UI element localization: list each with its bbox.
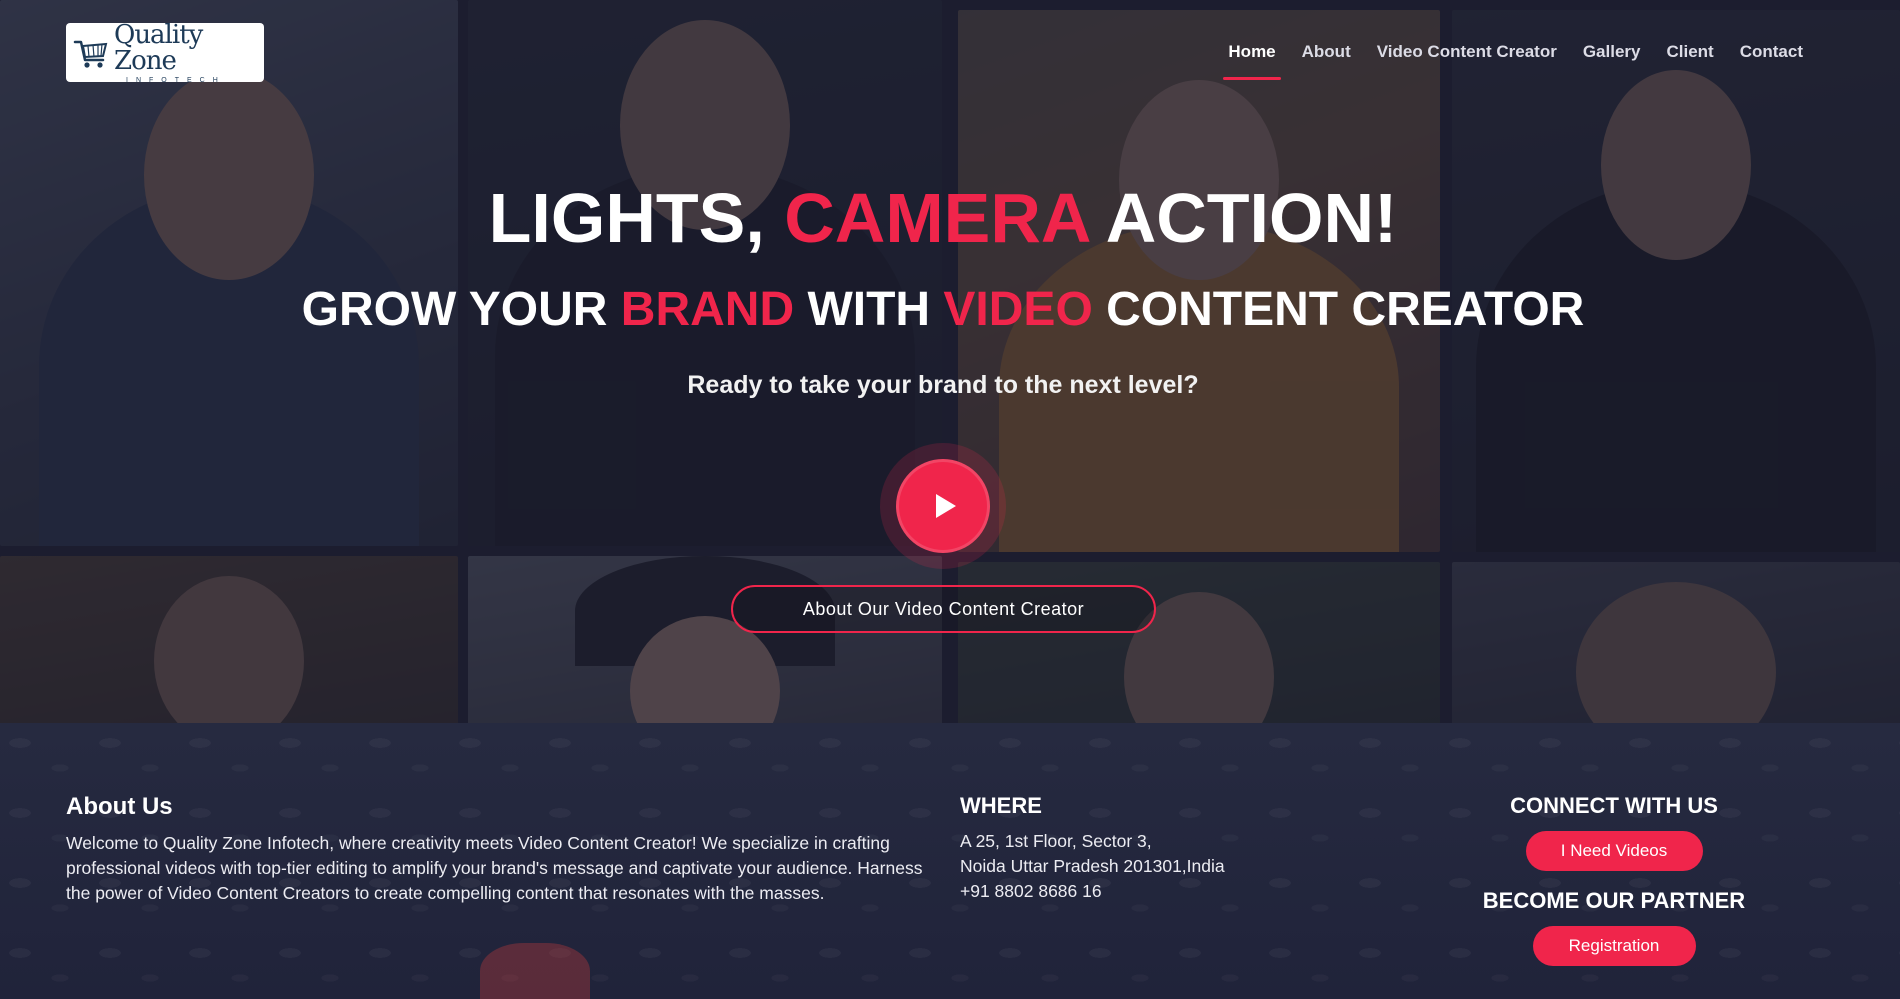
hero-headline: LIGHTS, CAMERA ACTION! — [0, 178, 1886, 258]
about-text: Welcome to Quality Zone Infotech, where … — [66, 833, 923, 903]
subheadline-part-3: CONTENT CREATOR — [1092, 283, 1585, 336]
nav-item-home[interactable]: Home — [1215, 42, 1288, 80]
nav-item-gallery[interactable]: Gallery — [1570, 42, 1654, 80]
logo-name: Quality Zone — [114, 19, 203, 76]
subheadline-accent-1: BRAND — [620, 283, 795, 336]
headline-part-1: LIGHTS, — [488, 179, 785, 257]
headline-part-2: ACTION! — [1088, 179, 1398, 257]
partner-heading: BECOME OUR PARTNER — [1482, 888, 1746, 913]
subheadline-part-2: WITH — [794, 283, 944, 336]
connect-heading: CONNECT WITH US — [1510, 793, 1718, 818]
hero-tagline: Ready to take your brand to the next lev… — [687, 371, 1199, 399]
nav-item-client[interactable]: Client — [1653, 42, 1726, 80]
hero-subheadline: GROW YOUR BRAND WITH VIDEO CONTENT CREAT… — [0, 282, 1886, 337]
play-icon — [935, 494, 956, 518]
nav-item-contact[interactable]: Contact — [1727, 42, 1816, 80]
about-heading: About Us — [66, 793, 173, 820]
logo-subtitle: INFOTECH — [126, 76, 226, 84]
cart-icon — [72, 33, 110, 73]
play-video-button[interactable] — [896, 459, 990, 553]
play-button-ring — [880, 443, 1006, 569]
i-need-videos-button[interactable]: I Need Videos — [1525, 831, 1703, 871]
about-video-creator-button[interactable]: About Our Video Content Creator — [731, 585, 1156, 633]
subheadline-accent-2: VIDEO — [943, 283, 1093, 336]
address-line-1: A 25, 1st Floor, Sector 3, — [960, 831, 1152, 851]
footer-where-column: WHERE A 25, 1st Floor, Sector 3, Noida U… — [960, 793, 1300, 904]
registration-button[interactable]: Registration — [1532, 926, 1696, 966]
nav-item-about[interactable]: About — [1289, 42, 1364, 80]
phone-number[interactable]: +91 8802 8686 16 — [960, 879, 1300, 904]
site-logo[interactable]: Quality Zone INFOTECH — [66, 22, 264, 84]
main-navigation: Home About Video Content Creator Gallery… — [1215, 42, 1816, 80]
footer-connect-column: CONNECT WITH US I Need Videos BECOME OUR… — [1460, 793, 1768, 966]
footer-background-shape — [480, 943, 590, 999]
footer-about-column: About Us Welcome to Quality Zone Infotec… — [66, 793, 936, 906]
address-line-2: Noida Uttar Pradesh 201301,India — [960, 856, 1225, 876]
where-heading: WHERE — [960, 793, 1042, 818]
headline-accent: CAMERA — [784, 179, 1089, 257]
nav-item-video-content-creator[interactable]: Video Content Creator — [1364, 42, 1570, 80]
logo-wordmark: Quality Zone INFOTECH — [114, 22, 258, 84]
subheadline-part-1: GROW YOUR — [301, 283, 621, 336]
